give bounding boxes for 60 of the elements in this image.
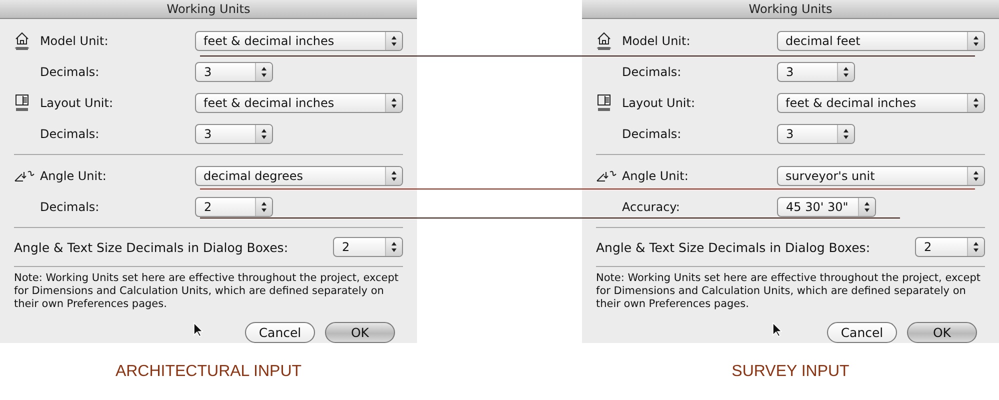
caption-text: SURVEY INPUT: [732, 363, 850, 381]
field-label: Decimals:: [40, 64, 100, 78]
stepper-arrows-icon: [967, 238, 984, 256]
sheet-units-icon: [14, 92, 30, 112]
unit-dropdown[interactable]: 3: [777, 62, 855, 82]
field-label: Layout Unit:: [40, 96, 114, 110]
stepper-arrows-icon: [385, 166, 402, 184]
unit-dropdown[interactable]: feet & decimal inches: [194, 30, 403, 50]
note-text: Note: Working Units set here are effective throughout the project, except for Dimensions and Calculation Units, which are defined separately on their own Preferences pages.: [14, 272, 400, 311]
unit-dropdown[interactable]: decimal feet: [776, 30, 985, 50]
sheet-units-icon: [596, 92, 612, 112]
field-label: Angle & Text Size Decimals in Dialog Boxes:: [596, 240, 870, 254]
field-label: Decimals:: [622, 126, 682, 140]
unit-dropdown[interactable]: surveyor's unit: [776, 166, 985, 186]
cursor-icon: [193, 322, 203, 337]
field-label: Layout Unit:: [622, 96, 696, 110]
field-label: Angle Unit:: [40, 168, 108, 182]
field-label: Decimals:: [40, 200, 100, 214]
house-units-icon: [14, 30, 30, 50]
cancel-button[interactable]: Cancel: [245, 322, 315, 343]
field-label: Angle Unit:: [622, 168, 690, 182]
unit-dropdown[interactable]: feet & decimal inches: [194, 92, 403, 112]
unit-dropdown[interactable]: 45 30' 30": [777, 196, 876, 216]
caption-text: ARCHITECTURAL INPUT: [115, 363, 302, 381]
stepper-arrows-icon: [858, 198, 876, 216]
angle-icon: [596, 168, 618, 182]
field-label: Accuracy:: [622, 200, 681, 214]
stepper-arrows-icon: [967, 32, 984, 50]
ok-button[interactable]: OK: [907, 322, 977, 343]
unit-dropdown[interactable]: 2: [195, 196, 273, 216]
unit-dropdown[interactable]: 3: [195, 62, 273, 82]
stepper-arrows-icon: [385, 238, 402, 256]
field-label: Model Unit:: [40, 34, 110, 48]
field-label: Decimals:: [40, 126, 100, 140]
window-title: Working Units: [166, 2, 250, 16]
cursor-icon: [772, 322, 782, 337]
stepper-arrows-icon: [385, 94, 402, 112]
decimals-dropdown[interactable]: 2: [915, 237, 985, 257]
field-label: Angle & Text Size Decimals in Dialog Boxes:: [14, 240, 288, 254]
field-label: Decimals:: [622, 64, 682, 78]
stepper-arrows-icon: [255, 124, 272, 142]
stepper-arrows-icon: [837, 62, 854, 80]
decimals-dropdown[interactable]: 2: [333, 237, 403, 257]
window-title: Working Units: [748, 2, 832, 16]
unit-dropdown[interactable]: feet & decimal inches: [776, 92, 985, 112]
note-text: Note: Working Units set here are effective throughout the project, except for Dimensions and Calculation Units, which are defined separately on their own Preferences pages.: [596, 272, 982, 311]
stepper-arrows-icon: [255, 198, 272, 216]
stepper-arrows-icon: [967, 166, 984, 184]
ok-button[interactable]: OK: [325, 322, 395, 343]
unit-dropdown[interactable]: 3: [777, 124, 855, 144]
cancel-button[interactable]: Cancel: [827, 322, 897, 343]
unit-dropdown[interactable]: decimal degrees: [194, 166, 403, 186]
house-units-icon: [596, 30, 612, 50]
stepper-arrows-icon: [837, 124, 854, 142]
angle-icon: [14, 168, 36, 182]
stepper-arrows-icon: [385, 32, 402, 50]
stepper-arrows-icon: [255, 62, 272, 80]
stepper-arrows-icon: [967, 94, 984, 112]
field-label: Model Unit:: [622, 34, 692, 48]
unit-dropdown[interactable]: 3: [195, 124, 273, 144]
